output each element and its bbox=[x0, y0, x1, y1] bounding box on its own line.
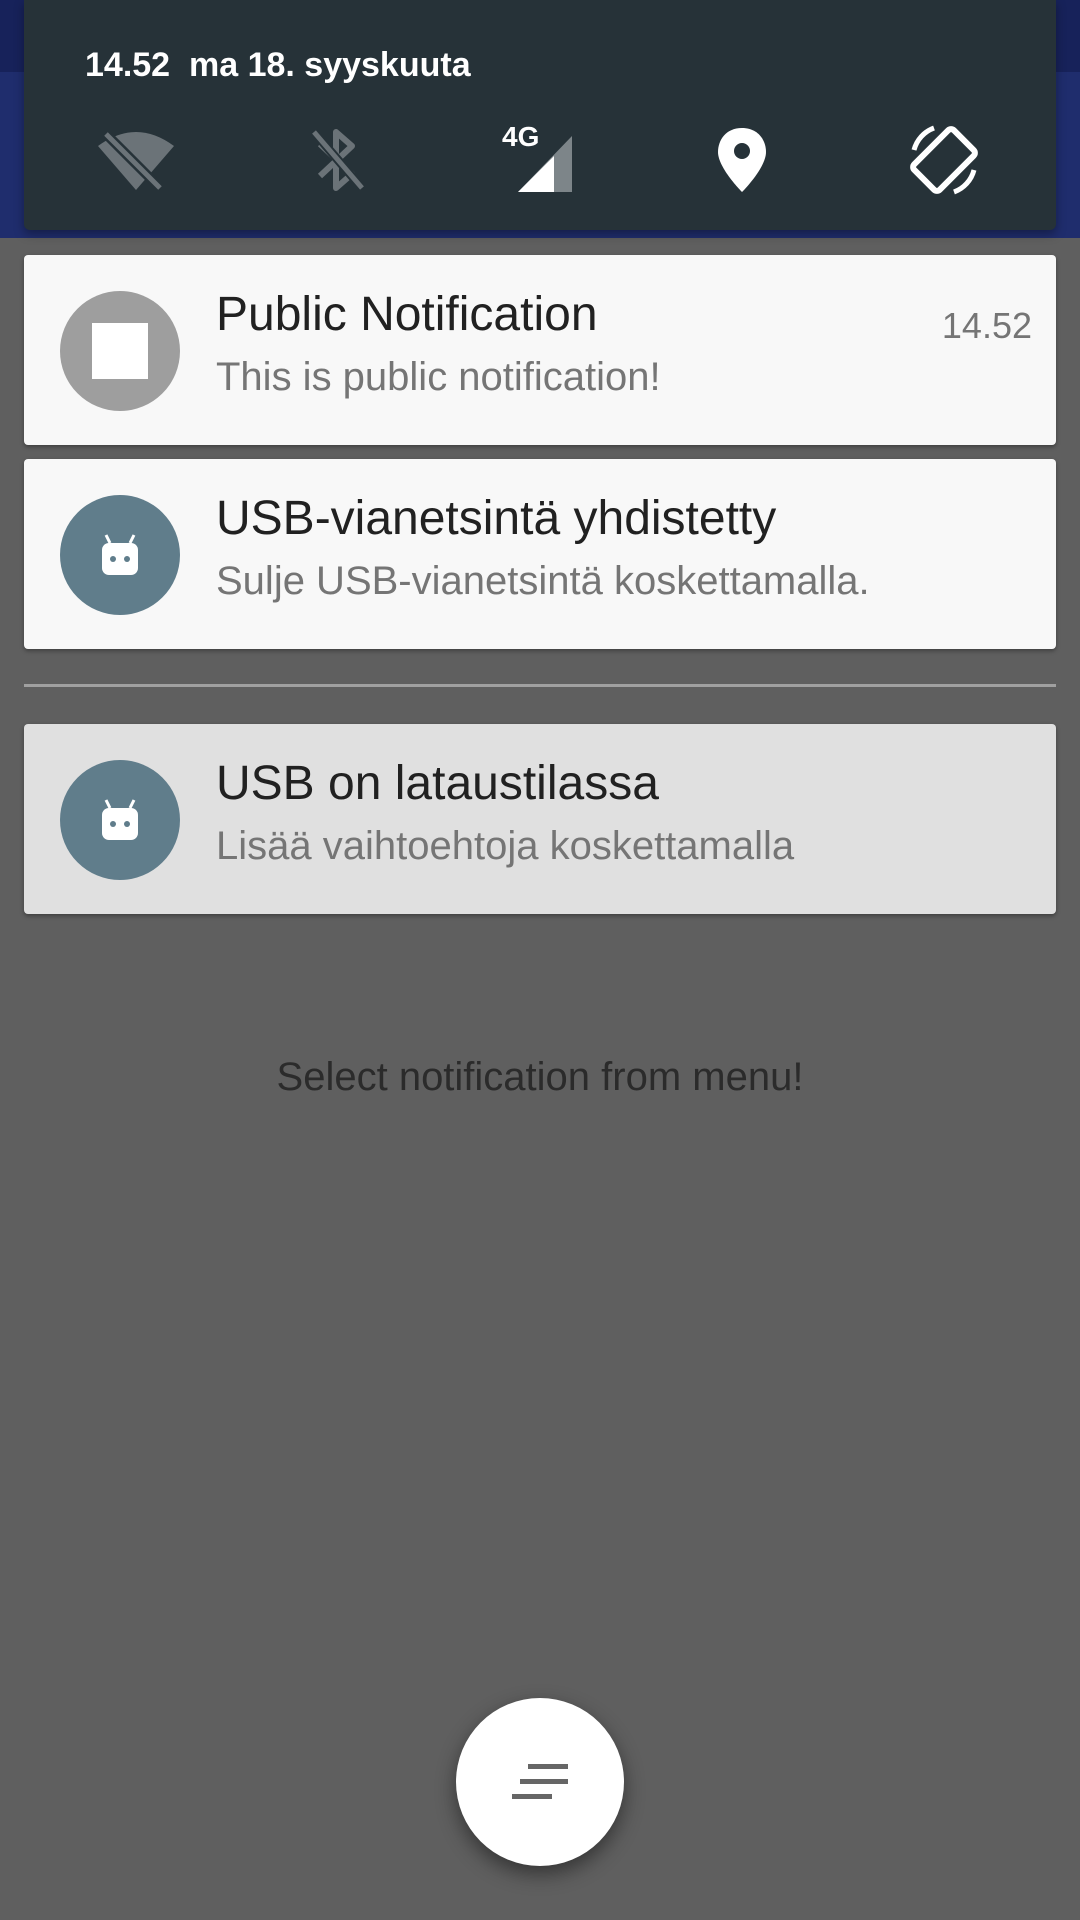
auto-rotate-icon bbox=[910, 125, 978, 195]
qs-tile-auto-rotate[interactable] bbox=[896, 112, 992, 208]
notification-public[interactable]: Public Notification This is public notif… bbox=[24, 255, 1056, 445]
notification-text: This is public notification! bbox=[216, 355, 661, 399]
notification-time: 14.52 bbox=[941, 305, 1032, 346]
qs-tile-bluetooth[interactable] bbox=[290, 112, 386, 208]
wifi-off-icon bbox=[98, 130, 174, 192]
status-time: 14.52 bbox=[85, 46, 171, 84]
mobile-data-label: 4G bbox=[502, 121, 539, 152]
bluetooth-off-icon bbox=[310, 129, 366, 191]
stop-square-icon bbox=[92, 323, 148, 379]
notification-usb-charging[interactable]: USB on lataustilassa Lisää vaihtoehtoja … bbox=[24, 724, 1056, 914]
android-icon bbox=[102, 799, 138, 840]
menu-fab-button[interactable] bbox=[456, 1698, 624, 1866]
app-message: Select notification from menu! bbox=[276, 1055, 804, 1099]
notification-text: Sulje USB-vianetsintä koskettamalla. bbox=[216, 559, 870, 603]
notification-text: Lisää vaihtoehtoja koskettamalla bbox=[216, 824, 795, 868]
quick-settings-panel: 14.52 ma 18. syyskuuta 4G bbox=[24, 0, 1056, 230]
status-date: ma 18. syyskuuta bbox=[189, 46, 471, 84]
notification-icon-circle bbox=[60, 495, 180, 615]
notification-usb-debugging[interactable]: USB-vianetsintä yhdistetty Sulje USB-via… bbox=[24, 459, 1056, 649]
notification-icon-circle bbox=[60, 291, 180, 411]
menu-lines-icon bbox=[512, 1764, 568, 1799]
notification-title: USB-vianetsintä yhdistetty bbox=[216, 492, 777, 545]
notification-divider bbox=[24, 684, 1056, 687]
qs-tile-wifi[interactable] bbox=[88, 112, 184, 208]
mobile-data-icon: 4G bbox=[502, 121, 572, 192]
notification-icon-circle bbox=[60, 760, 180, 880]
android-icon bbox=[102, 534, 138, 575]
qs-tile-location[interactable] bbox=[694, 112, 790, 208]
status-date-time[interactable]: 14.52 ma 18. syyskuuta bbox=[85, 46, 471, 85]
location-icon bbox=[718, 128, 766, 192]
notification-title: USB on lataustilassa bbox=[216, 757, 659, 810]
qs-tile-mobile-data[interactable]: 4G bbox=[492, 112, 588, 208]
notification-title: Public Notification bbox=[216, 288, 598, 341]
